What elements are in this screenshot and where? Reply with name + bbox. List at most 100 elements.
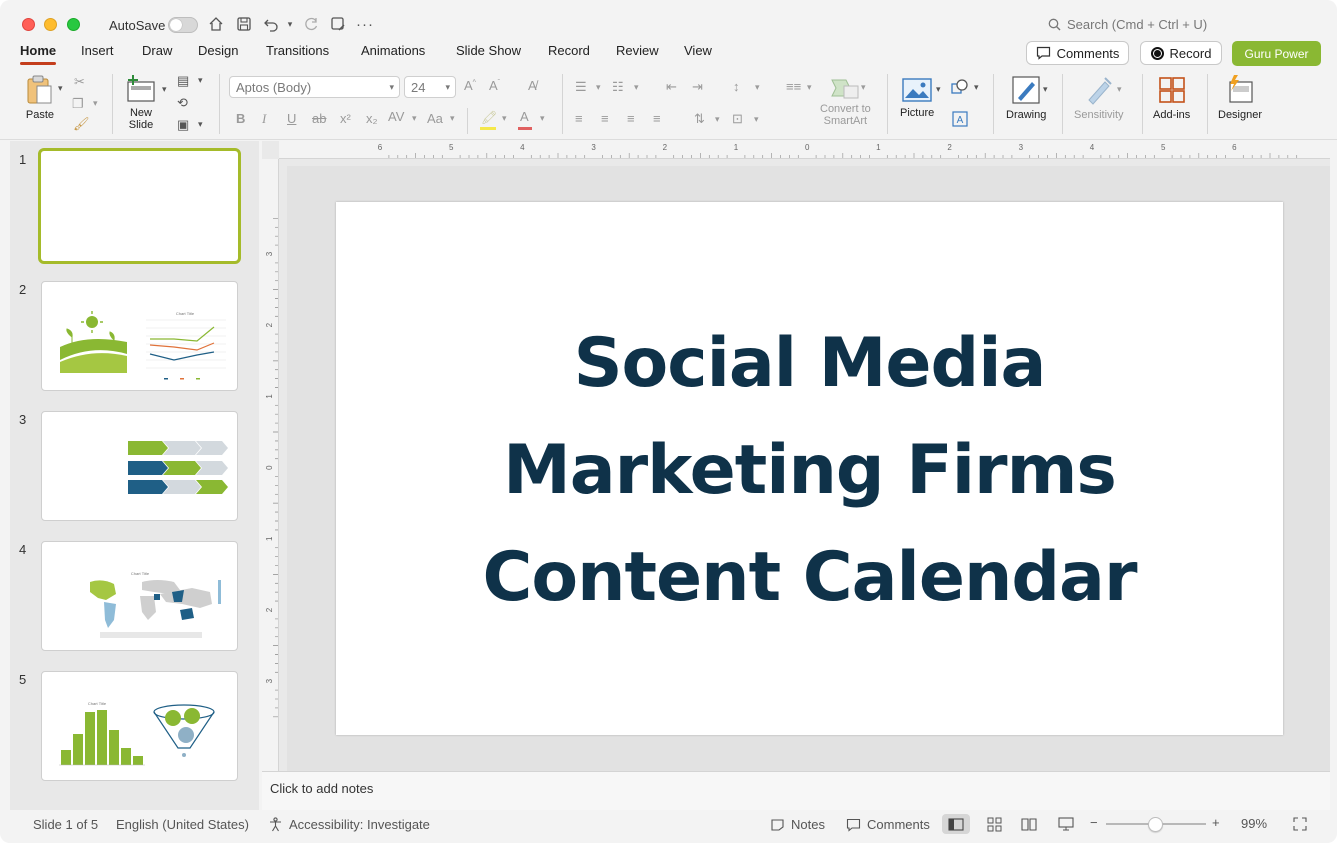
copy-icon[interactable]: ❐ [72,96,84,112]
shapes-icon[interactable] [951,78,969,99]
zoom-slider-knob[interactable] [1148,817,1163,832]
add-ins-button[interactable]: Add-ins [1153,74,1190,121]
align-text-icon[interactable]: ⊡ [732,111,743,127]
slide-thumbnail-1[interactable] [38,148,241,264]
horizontal-ruler[interactable]: 6 5 4 3 2 1 0 1 2 3 4 5 6 [279,141,1330,159]
accessibility-status[interactable]: Accessibility: Investigate [268,817,430,832]
justify-icon[interactable]: ≡ [653,111,661,126]
smartart-chevron-icon[interactable]: ▾ [861,82,866,93]
subscript-icon[interactable]: x₂ [366,111,378,126]
line-spacing-icon[interactable]: ↕ [733,79,740,94]
current-slide[interactable]: Social Media Marketing Firms Content Cal… [336,202,1283,735]
drawing-button[interactable]: Drawing [1006,74,1046,121]
slide-title-textbox[interactable]: Social Media Marketing Firms Content Cal… [336,310,1283,631]
slide-sorter-view-button[interactable] [980,814,1008,834]
align-right-icon[interactable]: ≡ [627,111,635,126]
undo-dropdown-chevron-icon[interactable]: ▾ [280,14,300,34]
comments-toggle-button[interactable]: Comments [846,817,930,832]
font-color-chevron-icon[interactable]: ▾ [540,113,545,124]
tab-record[interactable]: Record [548,43,590,58]
guru-power-button[interactable]: Guru Power [1232,41,1321,66]
highlight-color-chevron-icon[interactable]: ▾ [502,113,507,124]
change-case-icon[interactable]: Aa [427,111,443,126]
layout-dropdown-chevron-icon[interactable]: ▾ [198,75,203,86]
tab-view[interactable]: View [684,43,712,58]
superscript-icon[interactable]: x² [340,111,351,126]
increase-font-size-icon[interactable]: A^ [464,78,476,93]
text-box-icon[interactable]: A [952,111,968,130]
minimize-window-button[interactable] [44,18,57,31]
vertical-ruler[interactable]: 3 2 1 0 1 2 3 [262,159,279,771]
reading-view-button[interactable] [1015,814,1043,834]
tab-slide-show[interactable]: Slide Show [456,43,521,58]
columns-icon[interactable]: ≡≡ [786,79,801,94]
text-direction-icon[interactable]: ⇅ [694,111,705,127]
text-direction-chevron-icon[interactable]: ▾ [715,114,720,125]
shapes-chevron-icon[interactable]: ▾ [974,82,979,93]
sensitivity-chevron-icon[interactable]: ▾ [1117,84,1122,95]
italic-icon[interactable]: I [262,111,266,127]
tab-draw[interactable]: Draw [142,43,172,58]
slide-thumbnail-2[interactable]: Chart Title [41,281,238,391]
change-case-chevron-icon[interactable]: ▾ [450,113,455,124]
align-left-icon[interactable]: ≡ [575,111,583,126]
character-spacing-icon[interactable]: AV [388,109,404,124]
picture-button[interactable]: Picture [900,76,934,119]
slide-thumbnail-panel[interactable]: 1 2 Chart Title 3 4 Chart Title 5 Chart … [10,141,259,810]
sensitivity-button[interactable]: Sensitivity [1074,74,1124,121]
numbering-chevron-icon[interactable]: ▾ [634,82,639,93]
tab-home[interactable]: Home [20,43,57,65]
bullets-icon[interactable]: ☰ [575,79,587,95]
zoom-out-button[interactable]: − [1090,815,1098,830]
clear-formatting-icon[interactable]: A̸ [528,78,537,93]
bullets-chevron-icon[interactable]: ▾ [596,82,601,93]
character-spacing-chevron-icon[interactable]: ▾ [412,113,417,124]
font-name-select[interactable]: Aptos (Body) ▾ [229,76,400,98]
line-spacing-chevron-icon[interactable]: ▾ [755,82,760,93]
fit-to-window-button[interactable] [1286,814,1314,834]
align-center-icon[interactable]: ≡ [601,111,609,126]
section-icon[interactable]: ▣ [177,117,189,133]
save-as-icon[interactable] [328,14,348,34]
close-window-button[interactable] [22,18,35,31]
designer-button[interactable]: Designer [1218,74,1262,121]
slide-show-view-button[interactable] [1052,814,1080,834]
paste-dropdown-chevron-icon[interactable]: ▾ [58,83,63,94]
tab-animations[interactable]: Animations [361,43,425,58]
comments-button[interactable]: Comments [1026,41,1129,65]
zoom-window-button[interactable] [67,18,80,31]
save-icon[interactable] [234,14,254,34]
reset-slide-icon[interactable]: ⟲ [177,95,188,111]
search-box[interactable]: Search (Cmd + Ctrl + U) [1048,17,1207,32]
home-icon[interactable] [206,14,226,34]
picture-chevron-icon[interactable]: ▾ [936,84,941,95]
tab-transitions[interactable]: Transitions [266,43,329,58]
autosave-toggle[interactable] [168,17,198,33]
layout-icon[interactable]: ▤ [177,73,189,89]
decrease-indent-icon[interactable]: ⇤ [666,79,677,95]
strikethrough-icon[interactable]: ab [312,111,326,126]
slide-thumbnail-5[interactable]: Chart Title [41,671,238,781]
tab-insert[interactable]: Insert [81,43,114,58]
cut-icon[interactable]: ✂ [74,74,85,90]
font-size-select[interactable]: 24 ▾ [404,76,456,98]
format-painter-icon[interactable]: 🖌 [73,116,90,132]
redo-icon[interactable] [301,14,321,34]
undo-icon[interactable] [261,14,281,34]
bold-icon[interactable]: B [236,111,245,126]
new-slide-dropdown-chevron-icon[interactable]: ▾ [162,84,167,95]
language-status[interactable]: English (United States) [116,817,249,832]
zoom-percentage[interactable]: 99% [1241,816,1267,831]
decrease-font-size-icon[interactable]: Aˇ [489,78,500,93]
align-text-chevron-icon[interactable]: ▾ [754,114,759,125]
section-dropdown-chevron-icon[interactable]: ▾ [198,119,203,130]
slide-thumbnail-4[interactable]: Chart Title [41,541,238,651]
tab-review[interactable]: Review [616,43,659,58]
copy-dropdown-chevron-icon[interactable]: ▾ [93,98,98,109]
drawing-chevron-icon[interactable]: ▾ [1043,84,1048,95]
notes-toggle-button[interactable]: Notes [770,817,825,832]
tab-design[interactable]: Design [198,43,238,58]
slide-thumbnail-3[interactable] [41,411,238,521]
numbering-icon[interactable]: ☷ [612,79,624,95]
new-slide-button[interactable]: New Slide [125,74,157,131]
